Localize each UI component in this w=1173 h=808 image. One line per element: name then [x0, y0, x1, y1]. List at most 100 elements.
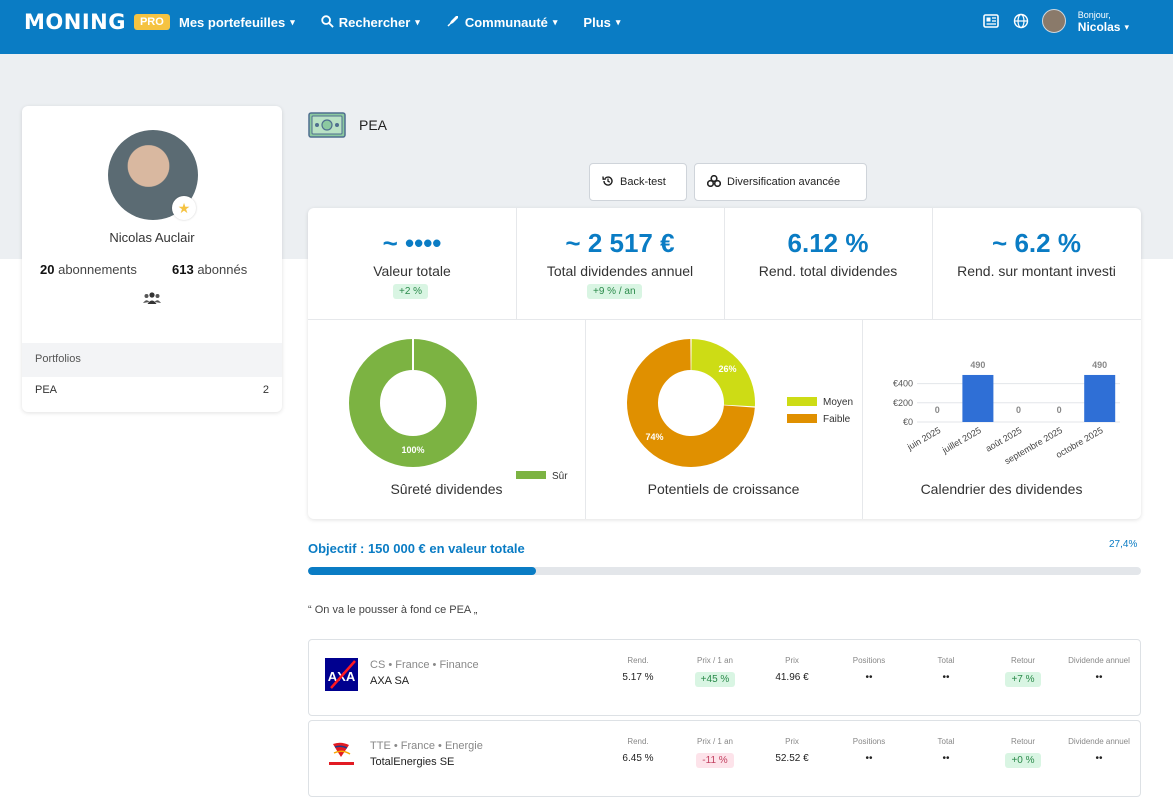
legend-label[interactable]: Faible	[823, 414, 851, 425]
backtest-label: Back-test	[620, 176, 666, 188]
diversification-button[interactable]: Diversification avancée	[694, 163, 867, 201]
legend-label[interactable]: Moyen	[823, 397, 853, 408]
col-value: ••	[1095, 753, 1103, 764]
return-badge: +7 %	[1005, 672, 1041, 687]
chevron-down-icon: ▾	[552, 17, 558, 27]
chevron-down-icon: ▾	[290, 17, 295, 27]
backtest-button[interactable]: Back-test	[589, 163, 687, 201]
kpi-badge: +2 %	[393, 284, 429, 299]
safety-chart-title: Sûreté dividendes	[390, 481, 503, 497]
bar	[1084, 374, 1116, 422]
nav-label: Plus	[583, 15, 611, 30]
col-positions: Positions ••	[834, 655, 904, 683]
user-avatar[interactable]	[1041, 9, 1066, 33]
data-label: 490	[970, 360, 985, 370]
col-prix1an: Prix / 1 an +45 %	[680, 655, 750, 687]
kpi-value: ~ 2 517 €	[565, 228, 675, 258]
kpi-value: 6.12 %	[787, 228, 869, 258]
holding-meta: TTE • France • Energie	[370, 740, 483, 752]
col-retour: Retour +7 %	[988, 655, 1058, 687]
chevron-down-icon: ▾	[615, 17, 621, 27]
kpi-label: Valeur totale	[373, 263, 451, 279]
nav-label: Mes portefeuilles	[179, 15, 286, 30]
portfolios-header: Portfolios	[22, 343, 282, 377]
col-prix1an: Prix / 1 an -11 %	[680, 736, 750, 768]
newspaper-icon[interactable]	[982, 12, 1000, 30]
holding-row-axa[interactable]: AXA CS • France • Finance AXA SA Rend. 5.…	[308, 639, 1141, 716]
user-greeting[interactable]: Bonjour, Nicolas ▾	[1078, 9, 1129, 33]
progress-fill	[308, 567, 537, 575]
col-total: Total ••	[911, 736, 981, 764]
bar	[962, 374, 994, 422]
stats-card: ~ •••• Valeur totale +2 % ~ 2 517 € Tota…	[308, 208, 1141, 519]
followers-count[interactable]: 613 abonnés	[172, 262, 247, 277]
price-change-badge: +45 %	[694, 672, 736, 687]
people-icon[interactable]	[143, 291, 161, 310]
subscriptions-count[interactable]: 20 abonnements	[40, 262, 137, 277]
nav-label: Rechercher	[338, 15, 411, 30]
x-tick-label: juin 2025	[905, 425, 943, 452]
top-right-actions: Bonjour, Nicolas ▾	[982, 9, 1129, 33]
followers-label: abonnés	[197, 262, 248, 277]
objective-progress-bar	[308, 567, 1141, 575]
top-navigation-bar: MONING PRO Mes portefeuilles ▾ Rechercher…	[0, 0, 1173, 54]
col-header: Positions	[852, 737, 886, 746]
col-value: ••	[865, 672, 873, 683]
kpi-total-value: ~ •••• Valeur totale +2 %	[308, 208, 516, 319]
pro-badge: PRO	[133, 14, 170, 30]
portfolio-name: PEA	[35, 384, 58, 396]
col-value: 6.45 %	[622, 753, 654, 764]
col-header: Prix	[785, 656, 799, 665]
globe-icon[interactable]	[1012, 12, 1030, 30]
kpi-value: ~ ••••	[382, 228, 442, 258]
col-value: 5.17 %	[622, 672, 654, 683]
holding-row-totalenergies[interactable]: TTE • France • Energie TotalEnergies SE …	[308, 720, 1141, 797]
nav-search[interactable]: Rechercher ▾	[321, 14, 420, 31]
col-header: Prix	[785, 737, 799, 746]
col-dividende: Dividende annuel ••	[1064, 655, 1134, 683]
star-icon: ★	[172, 196, 196, 220]
y-tick-label: €0	[903, 417, 913, 427]
profile-card: ★ Nicolas Auclair 20 abonnements 613 abo…	[22, 106, 282, 412]
col-header: Dividende annuel	[1068, 656, 1130, 665]
col-header: Prix / 1 an	[696, 737, 733, 746]
col-value: ••	[1095, 672, 1103, 683]
col-dividende: Dividende annuel ••	[1064, 736, 1134, 764]
col-header: Total	[937, 656, 955, 665]
col-header: Total	[937, 737, 955, 746]
nav-more[interactable]: Plus ▾	[583, 14, 620, 31]
growth-donut-chart: 26% 74% Moyen Faible	[627, 339, 853, 467]
calendar-chart-title: Calendrier des dividendes	[920, 481, 1083, 497]
history-icon	[602, 175, 614, 190]
profile-name[interactable]: Nicolas Auclair	[22, 230, 282, 245]
data-label: 0	[935, 405, 940, 415]
objective-percent: 27,4%	[1109, 539, 1138, 550]
logo-text: MONING	[24, 10, 126, 34]
kpi-badge: +9 % / an	[587, 284, 642, 299]
data-label: 490	[1092, 360, 1107, 370]
nav-label: Communauté	[464, 15, 548, 30]
legend-label[interactable]: Sûr	[552, 471, 568, 479]
moning-logo[interactable]: MONING PRO	[24, 10, 170, 34]
holding-name[interactable]: TotalEnergies SE	[370, 756, 454, 768]
data-label: 74%	[646, 432, 664, 442]
nav-my-portfolios[interactable]: Mes portefeuilles ▾	[179, 14, 295, 31]
return-badge: +0 %	[1005, 753, 1041, 768]
holding-name[interactable]: AXA SA	[370, 675, 409, 687]
search-icon	[321, 14, 334, 31]
user-name: Nicolas	[1077, 20, 1121, 34]
data-label: 0	[1057, 405, 1062, 415]
subscriptions-number: 20	[40, 262, 55, 277]
circles-icon	[706, 174, 722, 190]
x-tick-label: juillet 2025	[940, 425, 983, 456]
subscriptions-label: abonnements	[58, 262, 137, 277]
holding-meta: CS • France • Finance	[370, 659, 479, 671]
rocket-icon	[446, 14, 460, 31]
data-label: 26%	[718, 364, 736, 374]
chevron-down-icon: ▾	[1124, 22, 1129, 32]
nav-community[interactable]: Communauté ▾	[446, 14, 558, 31]
portfolio-item-pea[interactable]: PEA 2	[22, 384, 282, 396]
col-header: Retour	[1010, 737, 1035, 746]
diversification-label: Diversification avancée	[727, 176, 841, 188]
col-value: ••	[942, 753, 950, 764]
